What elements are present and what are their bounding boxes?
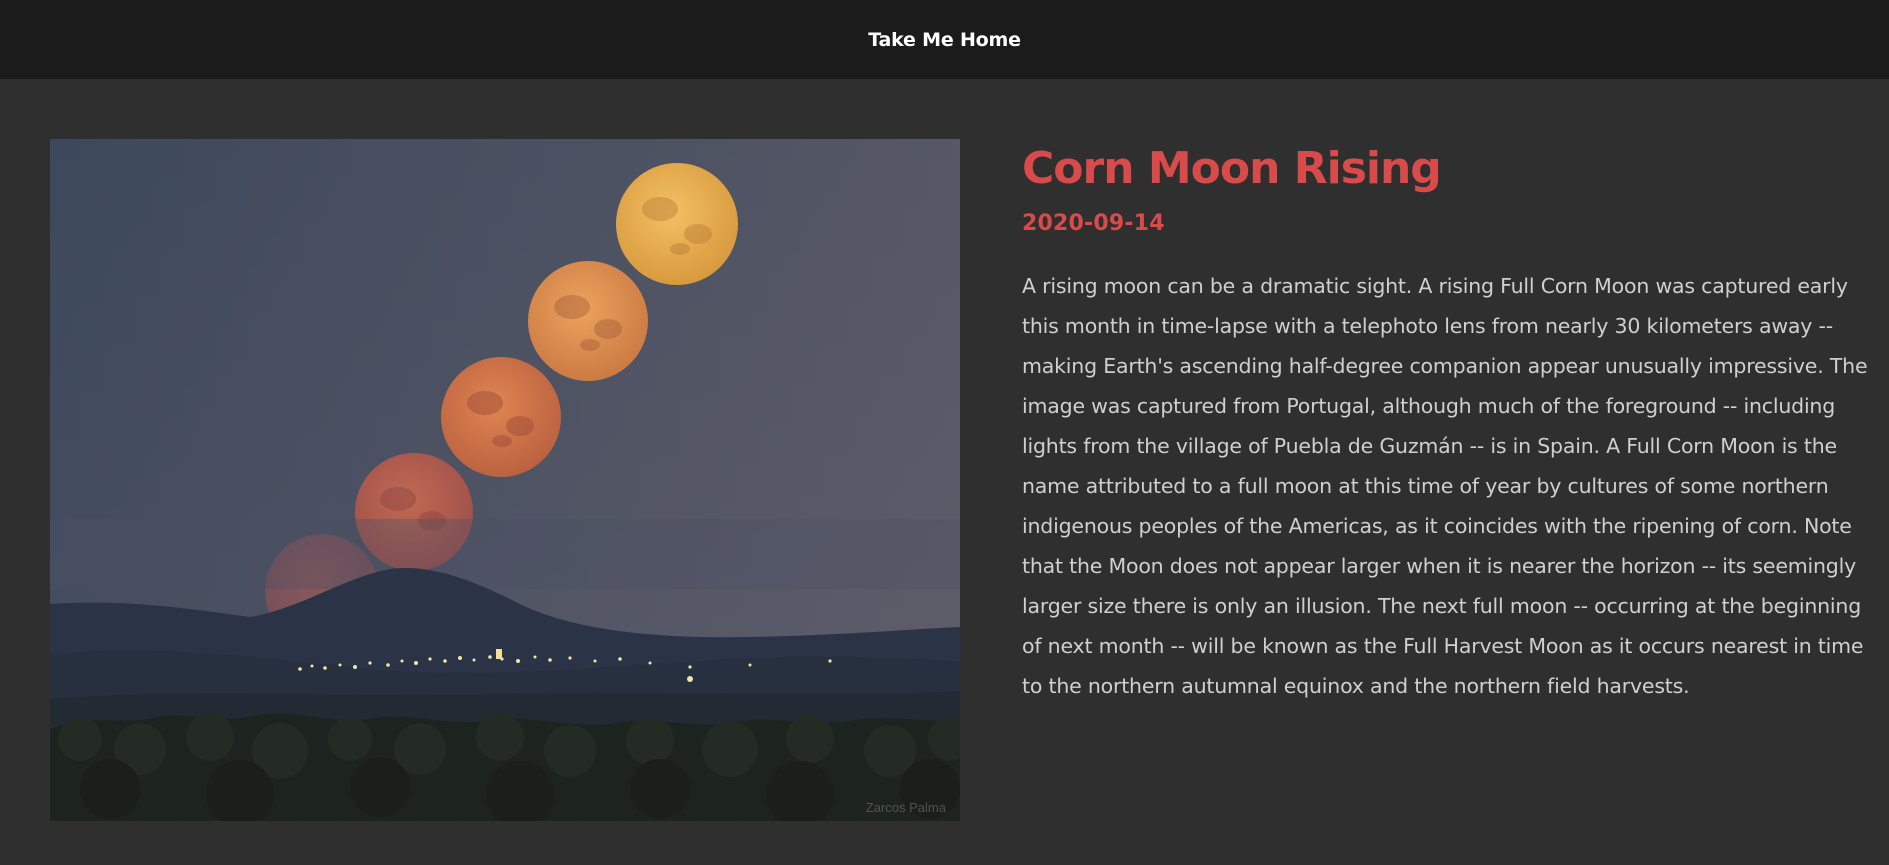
moon-3 — [441, 357, 561, 477]
apod-image: Zarcos Palma — [50, 139, 960, 821]
moon-2 — [528, 261, 648, 381]
top-nav-bar: Take Me Home — [0, 0, 1889, 79]
apod-article: Corn Moon Rising 2020-09-14 A rising moo… — [1022, 139, 1872, 727]
apod-date: 2020-09-14 — [1022, 211, 1165, 236]
take-me-home-link[interactable]: Take Me Home — [868, 29, 1021, 51]
moon-1 — [616, 163, 738, 285]
apod-explanation: A rising moon can be a dramatic sight. A… — [1022, 274, 1868, 698]
moon-timelapse-photo — [50, 139, 960, 821]
apod-title: Corn Moon Rising — [1022, 143, 1442, 194]
image-credit: Zarcos Palma — [865, 800, 946, 815]
